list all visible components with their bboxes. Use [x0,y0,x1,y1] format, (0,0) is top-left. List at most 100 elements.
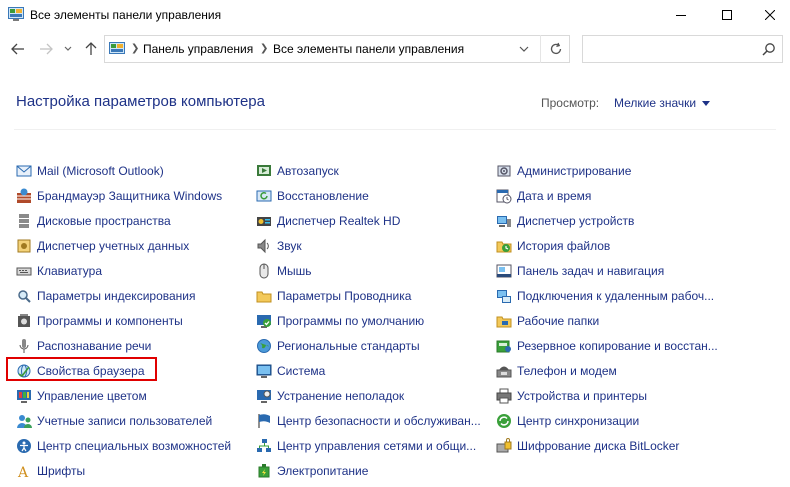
control-panel-item[interactable]: История файлов [496,233,718,258]
svg-text:A: A [17,465,29,479]
control-panel-item-label: Мышь [277,263,312,278]
forward-button[interactable] [36,38,56,60]
control-panel-item-label: Параметры Проводника [277,288,412,303]
control-panel-item[interactable]: Mail (Microsoft Outlook) [16,158,231,183]
control-panel-item[interactable]: Рабочие папки [496,308,718,333]
page-title: Настройка параметров компьютера [16,93,265,110]
control-panel-item[interactable]: Дата и время [496,183,718,208]
control-panel-item[interactable]: Центр управления сетями и общи... [256,433,481,458]
control-panel-item[interactable]: Администрирование [496,158,718,183]
control-panel-item-label: Рабочие папки [517,313,600,328]
control-panel-item-label: Автозапуск [277,163,339,178]
control-panel-item[interactable]: Региональные стандарты [256,333,481,358]
up-button[interactable] [82,38,100,60]
control-panel-item-label: Центр синхронизации [517,413,640,428]
printer-icon [496,388,512,403]
control-panel-item[interactable]: Телефон и модем [496,358,718,383]
control-panel-item[interactable]: Программы и компоненты [16,308,231,333]
control-panel-item[interactable]: Мышь [256,258,481,283]
control-panel-item[interactable]: A Шрифты [16,458,231,483]
items-column-3: Администрирование Дата и время Диспетчер у… [496,158,718,458]
taskbar-icon [496,264,512,277]
network-icon [257,438,271,452]
control-panel-item[interactable]: Управление цветом [16,383,231,408]
address-history-button[interactable] [510,35,538,63]
fonts-icon: A [17,465,29,479]
control-panel-item[interactable]: Центр специальных возможностей [16,433,231,458]
backup-icon [496,340,511,352]
breadcrumb-separator-icon[interactable]: ❯ [131,43,139,54]
control-panel-item[interactable]: Шифрование диска BitLocker [496,433,718,458]
control-panel-item[interactable]: Автозапуск [256,158,481,183]
device-manager-icon [497,215,511,227]
control-panel-item[interactable]: Клавиатура [16,258,231,283]
dropdown-arrow-icon [702,100,711,106]
control-panel-item[interactable]: Диспетчер Realtek HD [256,208,481,233]
refresh-button[interactable] [540,35,570,63]
system-icon [256,364,272,378]
control-panel-item[interactable]: Распознавание речи [16,333,231,358]
control-panel-item[interactable]: Диспетчер учетных данных [16,233,231,258]
control-panel-item[interactable]: Параметры индексирования [16,283,231,308]
control-panel-item-label: Подключения к удаленным рабоч... [517,288,715,303]
search-input[interactable] [582,35,783,63]
control-panel-item-label: Центр управления сетями и общи... [277,438,477,453]
troubleshooting-icon [257,389,271,403]
control-panel-item-label: Центр специальных возможностей [37,438,232,453]
breadcrumb-separator-icon[interactable]: ❯ [260,43,268,54]
control-panel-item[interactable]: Электропитание [256,458,481,483]
control-panel-item[interactable]: Параметры Проводника [256,283,481,308]
sync-center-icon [497,413,511,428]
control-panel-item[interactable]: Центр безопасности и обслуживан... [256,408,481,433]
control-panel-item-label: Распознавание речи [37,338,152,353]
control-panel-icon [109,42,125,54]
color-management-icon [17,389,31,403]
control-panel-item[interactable]: Звук [256,233,481,258]
control-panel-item-label: Электропитание [277,463,369,478]
control-panel-item-label: Программы и компоненты [37,313,183,328]
view-by-dropdown[interactable]: Мелкие значки [614,96,711,110]
control-panel-item[interactable]: Учетные записи пользователей [16,408,231,433]
indexing-icon [18,289,31,303]
control-panel-item[interactable]: Панель задач и навигация [496,258,718,283]
maximize-button[interactable] [704,0,750,30]
control-panel-item[interactable]: Устранение неполадок [256,383,481,408]
highlight-frame [6,357,157,381]
control-panel-item[interactable]: Центр синхронизации [496,408,718,433]
minimize-button[interactable] [658,0,704,30]
default-programs-icon [257,314,271,328]
control-panel-item-label: Дисковые пространства [37,213,171,228]
close-button[interactable] [750,0,790,30]
breadcrumb-control-panel[interactable]: Панель управления [143,42,253,56]
search-icon[interactable] [762,42,776,56]
control-panel-item[interactable]: Дисковые пространства [16,208,231,233]
control-panel-item[interactable]: Система [256,358,481,383]
control-panel-item[interactable]: Брандмауэр Защитника Windows [16,183,231,208]
view-by-value: Мелкие значки [614,96,697,110]
control-panel-item[interactable]: Восстановление [256,183,481,208]
work-folders-icon [496,316,512,327]
minimize-icon [676,15,686,16]
address-bar[interactable]: ❯ Панель управления ❯ Все элементы панел… [104,35,570,63]
remote-desktop-icon [497,289,511,303]
close-icon [765,10,775,20]
maximize-icon [722,10,732,20]
back-button[interactable] [8,38,28,60]
control-panel-item-label: Центр безопасности и обслуживан... [277,413,481,428]
control-panel-item-label: Клавиатура [37,263,102,278]
control-panel-item-label: Резервное копирование и восстан... [517,338,718,353]
control-panel-item-label: Брандмауэр Защитника Windows [37,188,223,203]
control-panel-item-label: Диспетчер устройств [517,213,635,228]
admin-tools-icon [497,165,511,176]
control-panel-item[interactable]: Подключения к удаленным рабоч... [496,283,718,308]
breadcrumb-all-items[interactable]: Все элементы панели управления [273,42,464,56]
control-panel-item[interactable]: Резервное копирование и восстан... [496,333,718,358]
control-panel-item[interactable]: Устройства и принтеры [496,383,718,408]
recovery-icon [256,190,272,201]
control-panel-item-label: Диспетчер учетных данных [37,238,190,253]
control-panel-item-label: Региональные стандарты [277,338,420,353]
control-panel-item[interactable]: Программы по умолчанию [256,308,481,333]
recent-locations-button[interactable] [62,38,74,60]
control-panel-item[interactable]: Диспетчер устройств [496,208,718,233]
control-panel-item-label: Программы по умолчанию [277,313,425,328]
